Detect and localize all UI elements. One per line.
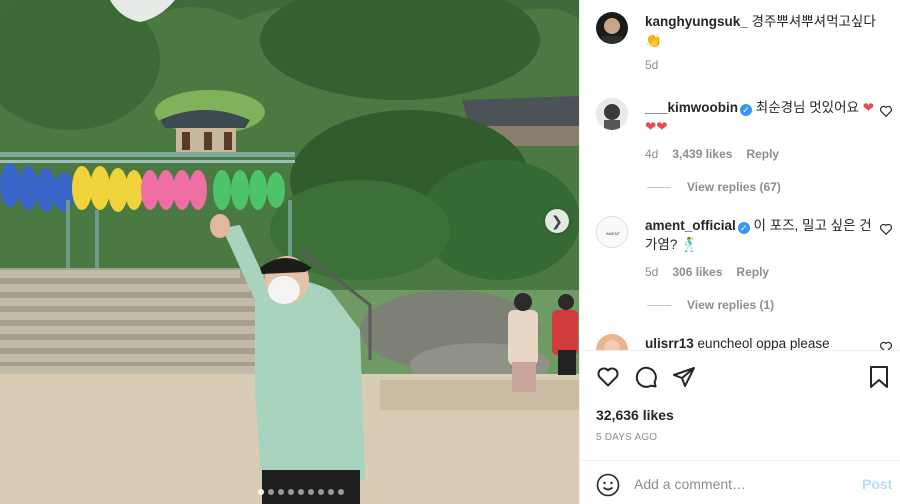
comment-likes[interactable]: 306 likes (672, 263, 722, 282)
verified-badge-icon: ✓ (740, 104, 753, 116)
comments-list[interactable]: kanghyungsuk_ 경주뿌셔뿌셔먹고싶다 👏 5d ___kimwoob… (580, 0, 900, 350)
carousel-dot (298, 489, 304, 495)
comment-time[interactable]: 5d (645, 56, 658, 75)
avatar[interactable] (596, 98, 628, 130)
comment-item: AMENT ament_official ✓ 이 포즈, 밀고 싶은 건가염? 🕺… (596, 216, 892, 286)
carousel-dot (278, 489, 284, 495)
replies-divider (647, 304, 671, 306)
reply-button[interactable]: Reply (736, 263, 769, 282)
comment-text: 경주뿌셔뿌셔먹고싶다 (751, 14, 876, 29)
post-actions: 32,636 likes 5 DAYS AGO (580, 350, 900, 460)
view-replies-label: View replies (67) (687, 180, 781, 194)
like-comment-heart-icon[interactable] (879, 104, 893, 118)
caption: kanghyungsuk_ 경주뿌셔뿌셔먹고싶다 👏 5d (596, 12, 886, 82)
bookmark-icon[interactable] (867, 365, 891, 389)
svg-text:AMENT: AMENT (606, 231, 621, 236)
heart-icon[interactable] (596, 365, 620, 389)
reply-button[interactable]: Reply (746, 145, 779, 164)
carousel-dot (308, 489, 314, 495)
comment-text: euncheol oppa please (697, 336, 830, 350)
replies-divider (647, 186, 671, 188)
carousel-dot (328, 489, 334, 495)
photo-scene (0, 0, 579, 504)
comment-time[interactable]: 5d (645, 263, 658, 282)
chevron-right-icon: ❯ (551, 212, 563, 229)
carousel-next-button[interactable]: ❯ (545, 209, 569, 233)
like-comment-heart-icon[interactable] (879, 340, 893, 350)
comment-likes[interactable]: 3,439 likes (672, 145, 732, 164)
post-photo[interactable]: ❯ (0, 0, 579, 504)
paper-plane-icon[interactable] (672, 365, 696, 389)
post-side-panel: kanghyungsuk_ 경주뿌셔뿌셔먹고싶다 👏 5d ___kimwoob… (579, 0, 900, 504)
comment-time[interactable]: 4d (645, 145, 658, 164)
comment-body: kanghyungsuk_ 경주뿌셔뿌셔먹고싶다 👏 5d (645, 12, 877, 75)
comment-username[interactable]: ulisrr13 (645, 336, 694, 350)
comment-text: 최순경님 멋있어요 (755, 100, 859, 115)
dancing-emoji: 🕺 (681, 237, 698, 252)
clap-emoji: 👏 (645, 33, 662, 48)
add-comment-bar: Post (580, 460, 900, 504)
comment-item: ___kimwoobin ✓ 최순경님 멋있어요 ❤❤❤ 4d 3,439 lik… (596, 98, 892, 168)
comment-body: ___kimwoobin ✓ 최순경님 멋있어요 ❤❤❤ 4d 3,439 lik… (645, 98, 877, 164)
post-button[interactable]: Post (862, 476, 892, 492)
comment-icon[interactable] (634, 365, 658, 389)
avatar[interactable] (596, 12, 628, 44)
carousel-dot (258, 489, 264, 495)
post-time[interactable]: 5 DAYS AGO (596, 432, 657, 443)
comment-input[interactable] (634, 473, 854, 495)
carousel-dot (268, 489, 274, 495)
comment-item: ulisrr13 euncheol oppa please (596, 334, 892, 350)
smiley-icon[interactable] (596, 473, 620, 497)
comment-body: ulisrr13 euncheol oppa please (645, 334, 877, 350)
view-replies-button[interactable]: View replies (67) (647, 180, 781, 194)
carousel-dots (258, 489, 344, 495)
carousel-dot (288, 489, 294, 495)
like-comment-heart-icon[interactable] (879, 222, 893, 236)
comment-username[interactable]: ___kimwoobin (645, 100, 738, 115)
view-replies-label: View replies (1) (687, 298, 775, 312)
comment-body: ament_official ✓ 이 포즈, 밀고 싶은 건가염? 🕺 5d 30… (645, 216, 877, 282)
verified-badge-icon: ✓ (737, 222, 750, 234)
view-replies-button[interactable]: View replies (1) (647, 298, 774, 312)
avatar[interactable]: AMENT (596, 216, 628, 248)
carousel-dot (338, 489, 344, 495)
avatar[interactable] (596, 334, 628, 350)
comment-username[interactable]: ament_official (645, 218, 736, 233)
carousel-dot (318, 489, 324, 495)
comment-username[interactable]: kanghyungsuk_ (645, 14, 748, 29)
likes-count[interactable]: 32,636 likes (596, 407, 674, 423)
